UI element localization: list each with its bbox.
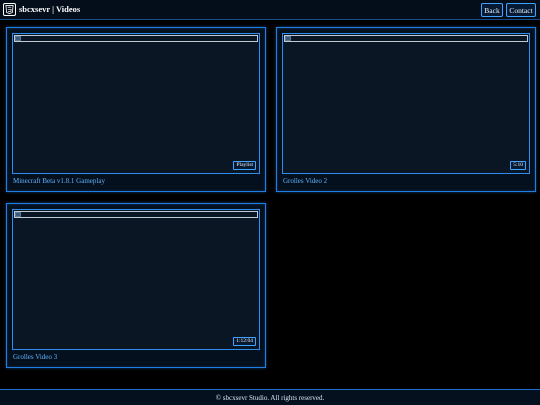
video-player[interactable]: 5:10 — [282, 33, 530, 174]
video-card[interactable]: 1:12:04 Grolles Video 3 — [6, 203, 266, 368]
video-card[interactable]: 5:10 Grolles Video 2 — [276, 27, 536, 192]
video-card[interactable]: Playlist Minecraft Beta v1.8.1 Gameplay — [6, 27, 266, 192]
broken-image-icon — [285, 36, 291, 41]
duration-badge: 5:10 — [510, 161, 526, 170]
site-header: sbcxsevr | Videos Back Contact — [0, 0, 540, 20]
duration-badge: Playlist — [233, 161, 256, 170]
video-title[interactable]: Grolles Video 2 — [283, 177, 327, 186]
duration-badge: 1:12:04 — [233, 337, 256, 346]
video-thumbnail — [14, 35, 258, 42]
video-player[interactable]: 1:12:04 — [12, 209, 260, 350]
video-title[interactable]: Grolles Video 3 — [13, 353, 57, 362]
broken-image-icon — [15, 212, 21, 217]
back-button[interactable]: Back — [481, 3, 503, 17]
video-title[interactable]: Minecraft Beta v1.8.1 Gameplay — [13, 177, 105, 186]
page-title: sbcxsevr | Videos — [19, 4, 81, 14]
video-player[interactable]: Playlist — [12, 33, 260, 174]
site-footer: © sbcxsevr Studio. All rights reserved. — [0, 389, 540, 405]
html5-shield-icon[interactable] — [3, 3, 16, 16]
broken-image-icon — [15, 36, 21, 41]
video-thumbnail — [284, 35, 528, 42]
copyright-text: © sbcxsevr Studio. All rights reserved. — [215, 393, 325, 402]
video-thumbnail — [14, 211, 258, 218]
contact-button[interactable]: Contact — [506, 3, 536, 17]
